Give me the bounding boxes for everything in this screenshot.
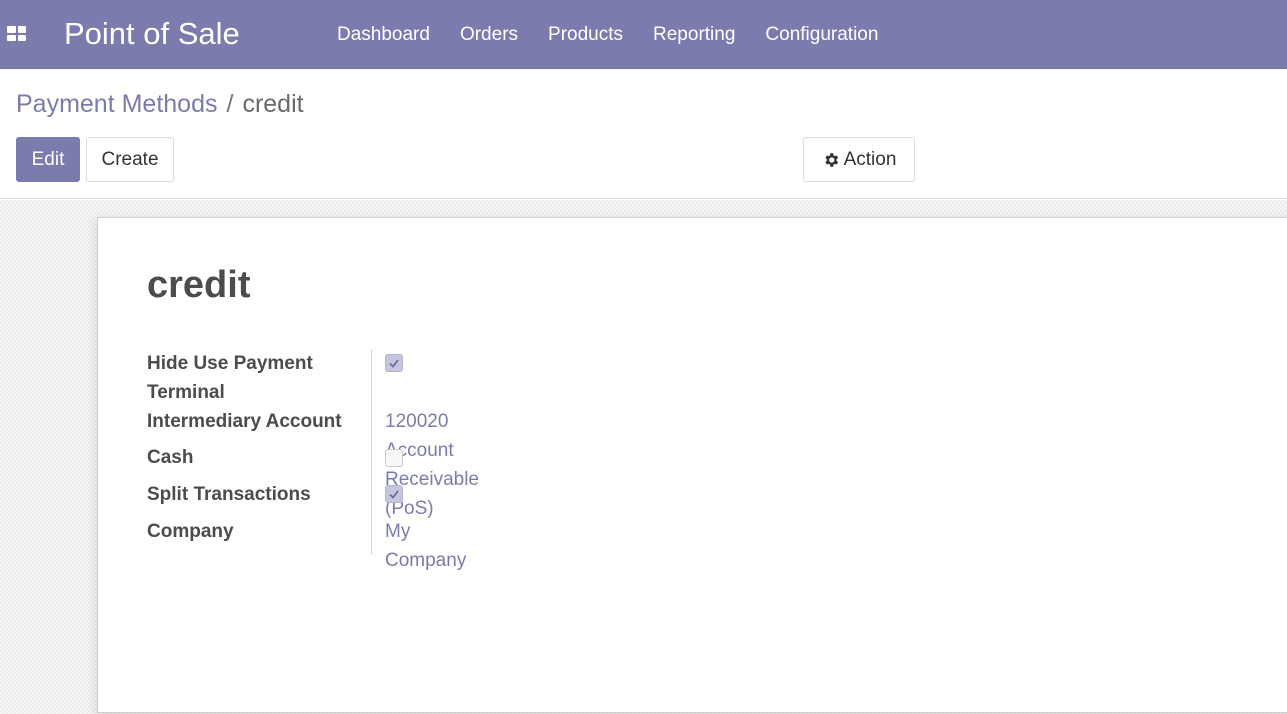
main-menu: Dashboard Orders Products Reporting Conf… (322, 0, 893, 69)
intermediary-account-label: Intermediary Account (147, 411, 342, 432)
split-transactions-label: Split Transactions (147, 484, 311, 505)
hide-use-payment-terminal-label-line2: Terminal (147, 382, 225, 403)
hide-use-payment-terminal-label-line1: Hide Use Payment (147, 353, 313, 374)
field-divider (371, 349, 372, 555)
company-link[interactable]: My Company (385, 517, 466, 575)
edit-button[interactable]: Edit (16, 137, 80, 182)
app-brand[interactable]: Point of Sale (64, 14, 240, 54)
top-navbar: Point of Sale Dashboard Orders Products … (0, 0, 1287, 69)
menu-item-orders[interactable]: Orders (445, 0, 533, 69)
breadcrumb-payment-methods[interactable]: Payment Methods (16, 87, 218, 121)
action-button[interactable]: Action (803, 137, 915, 182)
breadcrumb: Payment Methods / credit (16, 87, 304, 121)
record-title: credit (147, 264, 251, 306)
checkmark-icon (389, 490, 399, 499)
cash-checkbox[interactable] (385, 449, 403, 467)
breadcrumb-separator: / (226, 90, 234, 118)
gear-icon (824, 152, 838, 167)
split-transactions-checkbox[interactable] (385, 485, 403, 503)
hide-use-payment-terminal-label: Hide Use Payment Terminal (147, 349, 362, 407)
hide-use-payment-terminal-checkbox[interactable] (385, 354, 403, 372)
create-button[interactable]: Create (86, 137, 174, 182)
form-content-area: credit Hide Use Payment Terminal Interme… (0, 200, 1287, 714)
menu-item-dashboard[interactable]: Dashboard (322, 0, 445, 69)
action-button-label: Action (843, 148, 897, 170)
menu-item-products[interactable]: Products (533, 0, 638, 69)
menu-item-configuration[interactable]: Configuration (750, 0, 893, 69)
checkmark-icon (389, 359, 399, 368)
company-label: Company (147, 521, 234, 542)
breadcrumb-current: credit (242, 90, 304, 118)
form-sheet: credit Hide Use Payment Terminal Interme… (97, 217, 1287, 713)
cash-label: Cash (147, 447, 194, 468)
control-panel: Payment Methods / credit Edit Create Act… (0, 69, 1287, 199)
menu-item-reporting[interactable]: Reporting (638, 0, 750, 69)
grid-icon[interactable] (7, 26, 26, 41)
